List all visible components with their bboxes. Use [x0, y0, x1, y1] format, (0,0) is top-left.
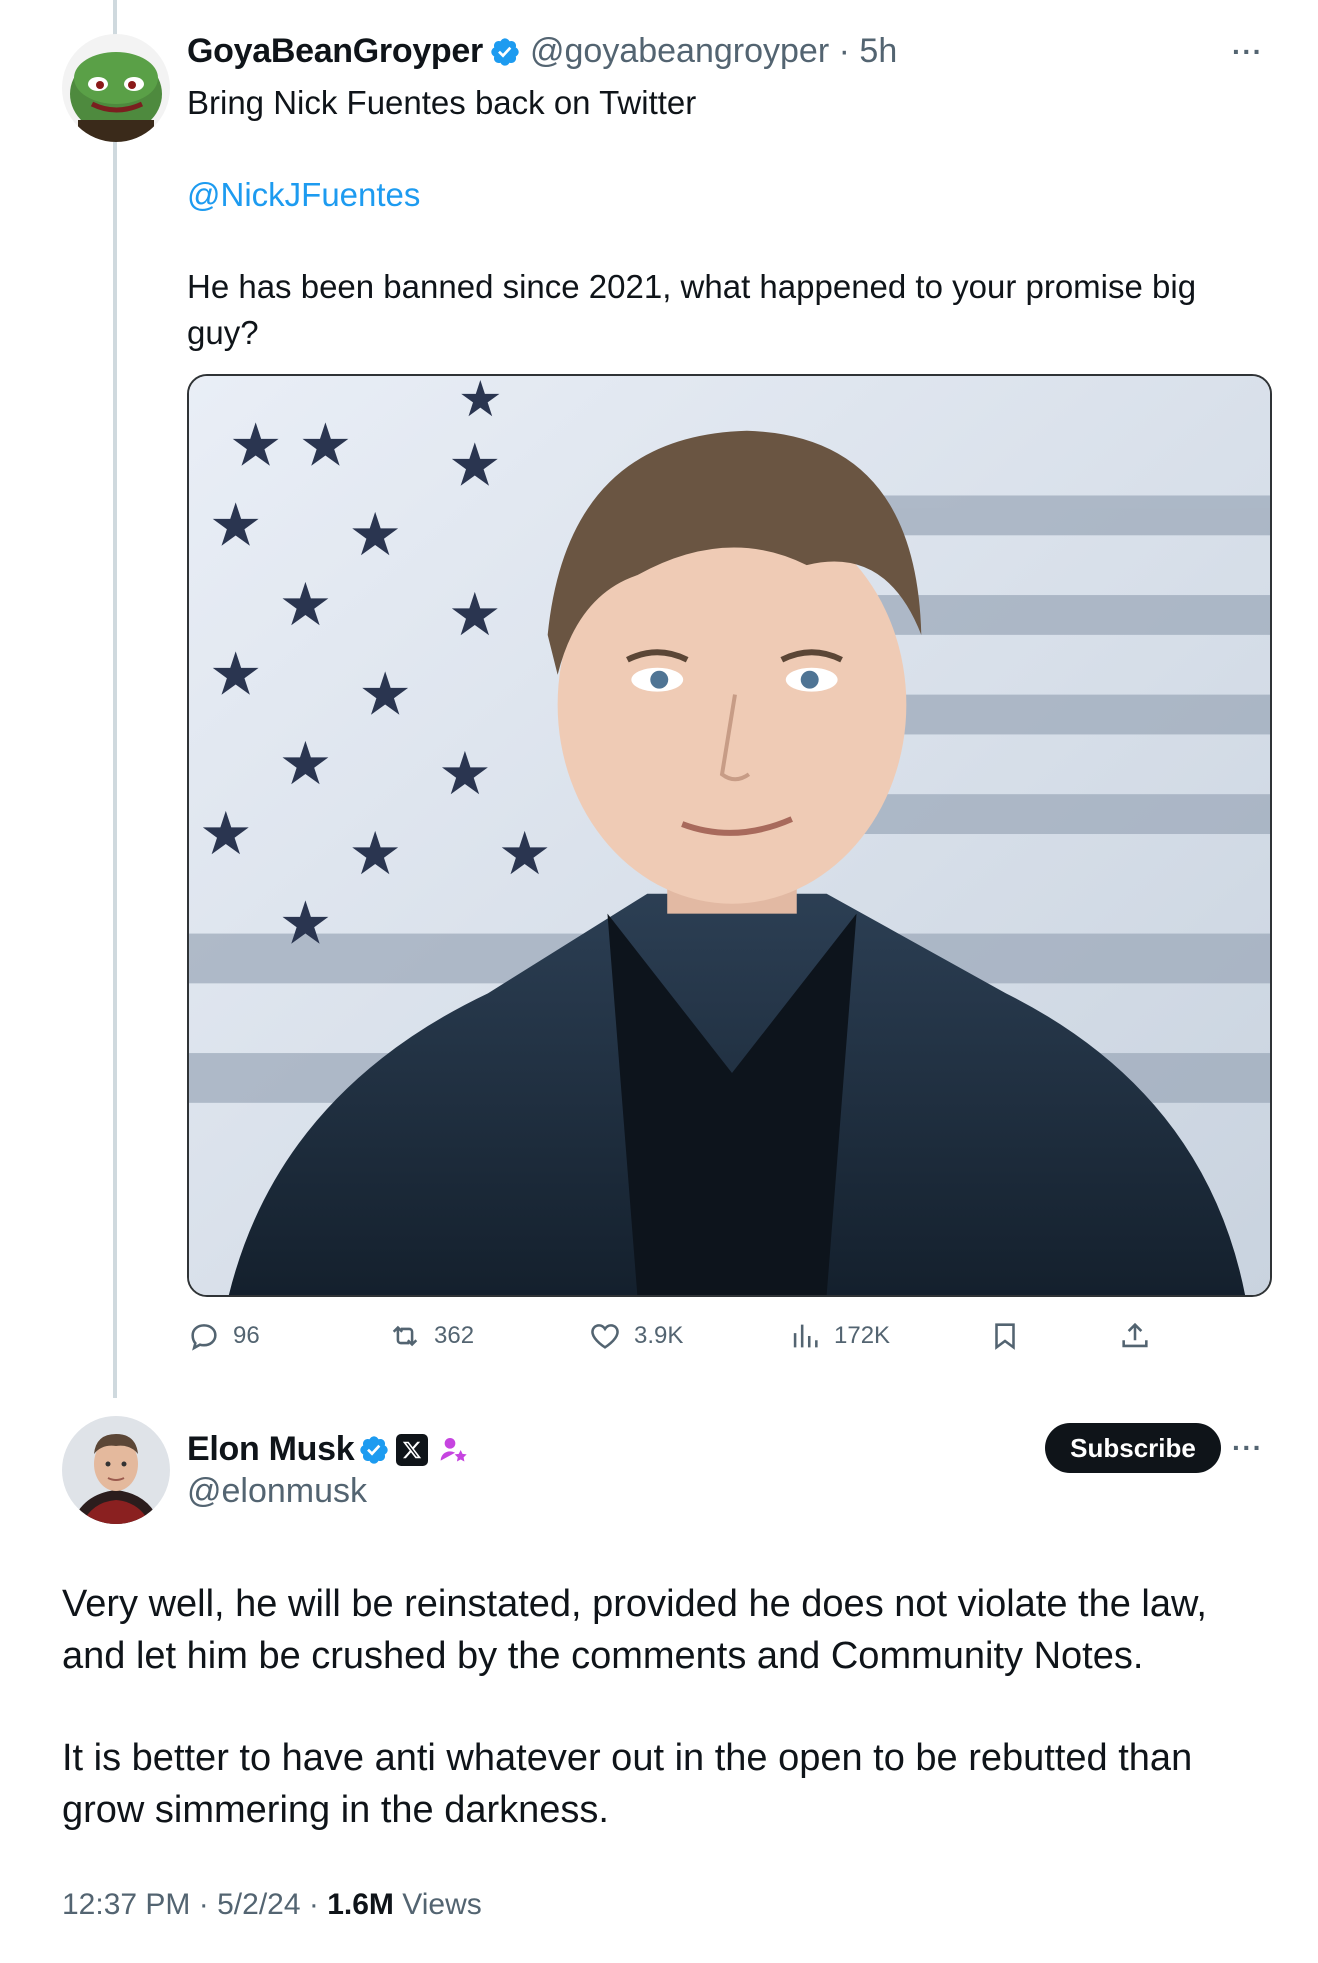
tweet-text-line: guy? — [187, 314, 259, 351]
views-count: 1.6M — [327, 1888, 394, 1921]
tweet-time[interactable]: 12:37 PM — [62, 1888, 190, 1921]
verified-badge-icon — [491, 38, 519, 66]
svg-text:★: ★ — [279, 730, 333, 799]
bookmark-icon — [995, 1323, 1015, 1350]
more-icon[interactable]: ··· — [1232, 36, 1263, 68]
like-count: 3.9K — [634, 1322, 684, 1349]
reply-button[interactable]: 96 — [187, 1316, 260, 1356]
tweet-text-line: Very well, he will be reinstated, provid… — [62, 1583, 1207, 1625]
tweet-text-line: It is better to have anti whatever out i… — [62, 1737, 1193, 1779]
svg-text:★: ★ — [448, 432, 502, 501]
separator-dot: · — [308, 1888, 319, 1921]
svg-text:★: ★ — [448, 581, 502, 650]
svg-text:★: ★ — [498, 820, 552, 889]
more-icon[interactable]: ··· — [1232, 1432, 1263, 1464]
reply-count: 96 — [233, 1322, 260, 1349]
author-name[interactable]: Elon Musk — [187, 1430, 355, 1469]
repost-icon — [392, 1325, 418, 1347]
separator-dot: · — [198, 1888, 209, 1921]
svg-text:★: ★ — [458, 376, 503, 428]
tweet-timestamp[interactable]: 5h — [859, 32, 897, 70]
repost-button[interactable]: 362 — [388, 1316, 474, 1356]
tweet-meta: 12:37 PM · 5/2/24 · 1.6M Views — [62, 1888, 482, 1922]
svg-text:★: ★ — [299, 412, 353, 481]
svg-text:★: ★ — [209, 491, 263, 560]
share-icon — [1122, 1322, 1148, 1348]
views-icon — [793, 1324, 818, 1348]
svg-text:★: ★ — [348, 501, 402, 570]
thread-connector-line — [113, 0, 117, 1398]
tweet-text-line: grow simmering in the darkness. — [62, 1789, 609, 1831]
views-count: 172K — [834, 1322, 891, 1349]
subscribe-button[interactable]: Subscribe — [1045, 1423, 1221, 1473]
svg-text:★: ★ — [348, 820, 402, 889]
subscriber-star-icon — [440, 1438, 467, 1462]
verified-badge-icon — [360, 1436, 388, 1464]
svg-text:★: ★ — [358, 661, 412, 730]
svg-text:★: ★ — [279, 571, 333, 640]
share-button[interactable] — [1118, 1316, 1152, 1356]
x-affiliate-icon[interactable] — [396, 1434, 428, 1466]
svg-text:★: ★ — [229, 412, 283, 481]
like-button[interactable]: 3.9K — [588, 1316, 683, 1356]
tweet-date[interactable]: 5/2/24 — [217, 1888, 300, 1921]
svg-text:★: ★ — [199, 800, 253, 869]
svg-text:★: ★ — [279, 890, 333, 959]
like-icon — [591, 1324, 619, 1349]
tweet-text-line: Bring Nick Fuentes back on Twitter — [187, 84, 697, 121]
separator-dot: · — [838, 32, 850, 70]
author-handle[interactable]: @goyabeangroyper — [530, 32, 829, 70]
reply-icon — [191, 1324, 217, 1351]
avatar-goyabeangroyper[interactable] — [62, 34, 170, 142]
views-label: Views — [402, 1888, 482, 1921]
bookmark-button[interactable] — [988, 1316, 1022, 1356]
avatar-elonmusk[interactable] — [62, 1416, 170, 1524]
tweet-media-image[interactable]: ★ ★ ★ ★ ★ ★ ★ ★ ★ ★ ★ ★ ★ ★ ★ ★ — [187, 374, 1272, 1297]
author-name[interactable]: GoyaBeanGroyper — [187, 32, 483, 71]
svg-text:★: ★ — [438, 740, 492, 809]
author-handle[interactable]: @elonmusk — [187, 1472, 367, 1511]
tweet-text-line: He has been banned since 2021, what happ… — [187, 268, 1197, 305]
tweet-text-line: and let him be crushed by the comments a… — [62, 1635, 1144, 1677]
mention-link[interactable]: @NickJFuentes — [187, 172, 420, 218]
views-button[interactable]: 172K — [788, 1316, 890, 1356]
svg-text:★: ★ — [209, 641, 263, 710]
repost-count: 362 — [434, 1322, 475, 1349]
